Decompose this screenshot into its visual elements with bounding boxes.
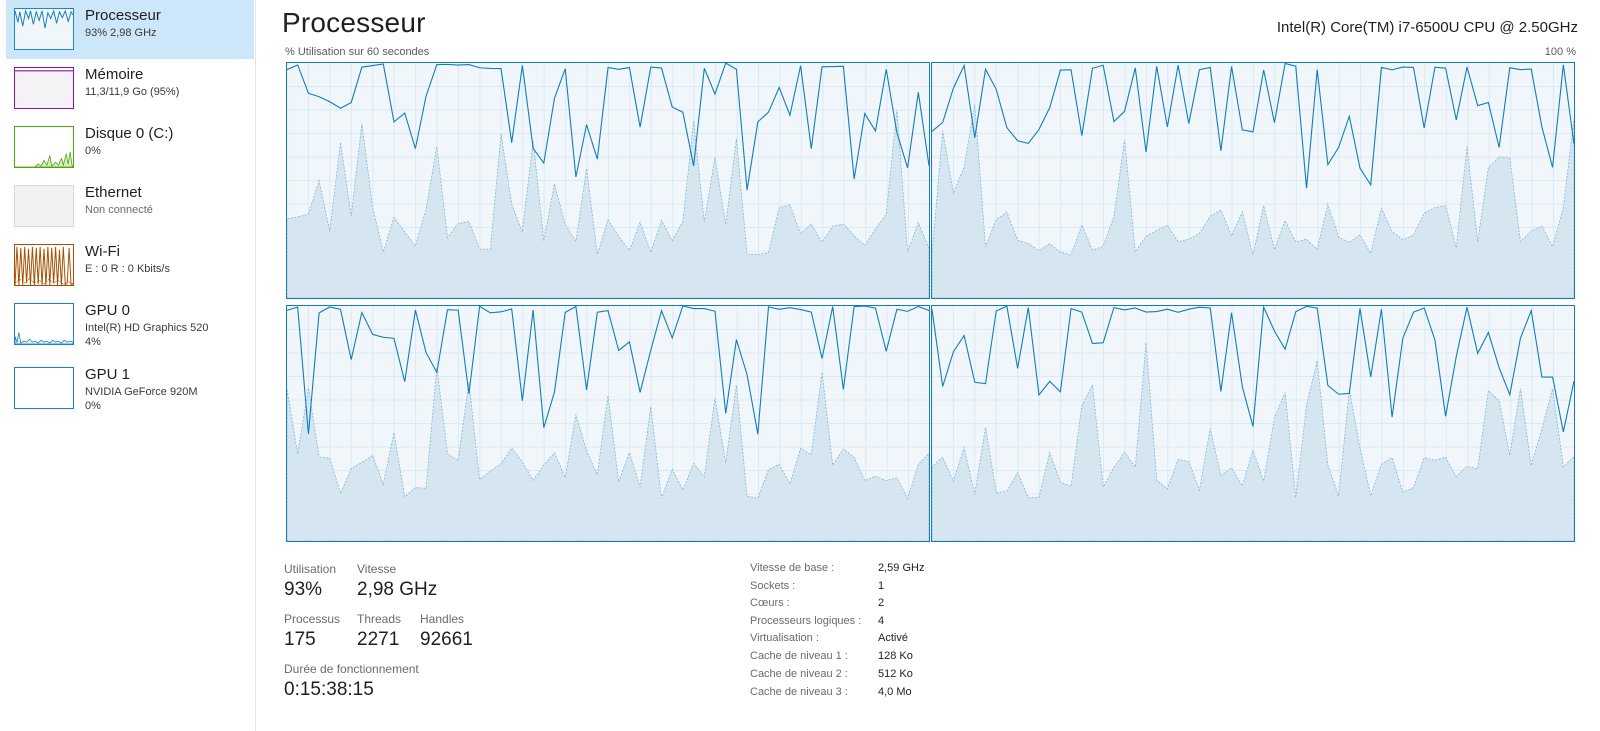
sidebar-item-detail: 11,3/11,9 Go (95%): [85, 86, 180, 98]
sidebar-item-ethernet[interactable]: Ethernet Non connecté: [6, 177, 254, 236]
uptime-value: 0:15:38:15: [284, 679, 374, 700]
sidebar-item-detail: Non connecté: [85, 204, 153, 216]
sidebar-item-name: GPU 1: [85, 366, 131, 383]
processeur-thumbnail-svg: [15, 9, 73, 49]
sidebar-item-wifi[interactable]: Wi-Fi E : 0 R : 0 Kbits/s: [6, 236, 254, 295]
detail-label: Cache de niveau 2 :: [750, 668, 848, 680]
gpu0-thumbnail-graph: [14, 303, 74, 345]
sidebar-item-gpu0[interactable]: GPU 0 Intel(R) HD Graphics 520 4%: [6, 295, 254, 354]
cpu-graph-svg: [287, 306, 929, 541]
page-title: Processeur: [282, 7, 426, 38]
detail-label: Vitesse de base :: [750, 562, 835, 574]
sidebar-item-detail: 93% 2,98 GHz: [85, 27, 157, 39]
detail-label: Sockets :: [750, 580, 796, 592]
handles-value: 92661: [420, 629, 473, 650]
gpu1-thumbnail-graph: [14, 367, 74, 409]
processus-label: Processus: [284, 612, 341, 626]
cpu-graph-logical-1[interactable]: [931, 62, 1575, 299]
threads-value: 2271: [357, 629, 400, 650]
sidebar-item-name: Disque 0 (C:): [85, 125, 174, 142]
detail-label: Processeurs logiques :: [750, 615, 862, 627]
sidebar-item-name: Ethernet: [85, 184, 142, 201]
detail-value: 4,0 Mo: [878, 686, 912, 698]
sidebar-item-detail: Intel(R) HD Graphics 520: [85, 322, 209, 334]
sidebar: Processeur 93% 2,98 GHz Mémoire 11,3/11,…: [0, 0, 256, 731]
disque-thumbnail-graph: [14, 126, 74, 168]
cpu-graph-logical-3[interactable]: [931, 305, 1575, 542]
detail-value: 2,59 GHz: [878, 562, 925, 574]
ethernet-thumbnail-graph: [14, 185, 74, 227]
sidebar-item-gpu1[interactable]: GPU 1 NVIDIA GeForce 920M 0%: [6, 359, 254, 418]
sidebar-item-usage: 4%: [85, 336, 101, 348]
sidebar-item-detail: 0%: [85, 145, 101, 157]
sidebar-item-name: Mémoire: [85, 66, 144, 83]
cpu-model-name: Intel(R) Core(TM) i7-6500U CPU @ 2.50GHz: [1276, 19, 1578, 36]
sidebar-item-name: Processeur: [85, 7, 161, 24]
sidebar-item-disque[interactable]: Disque 0 (C:) 0%: [6, 118, 254, 177]
cpu-graph-svg: [287, 63, 929, 298]
cpu-graph-svg: [932, 63, 1574, 298]
detail-value: 512 Ko: [878, 668, 913, 680]
detail-value: 2: [878, 597, 885, 609]
graph-caption: % Utilisation sur 60 secondes: [285, 46, 430, 58]
detail-value: Activé: [878, 632, 908, 644]
detail-label: Cache de niveau 1 :: [750, 650, 848, 662]
detail-label: Cœurs :: [750, 597, 790, 609]
sidebar-item-detail: NVIDIA GeForce 920M: [85, 386, 198, 398]
detail-value: 1: [878, 580, 885, 592]
detail-label: Cache de niveau 3 :: [750, 686, 848, 698]
processeur-thumbnail-graph: [14, 8, 74, 50]
sidebar-item-memoire[interactable]: Mémoire 11,3/11,9 Go (95%): [6, 59, 254, 118]
graph-max-label: 100 %: [1544, 46, 1576, 58]
uptime-label: Durée de fonctionnement: [284, 662, 419, 676]
processus-value: 175: [284, 629, 316, 650]
cpu-graphs-area[interactable]: [286, 62, 1576, 542]
detail-label: Virtualisation :: [750, 632, 819, 644]
vitesse-value: 2,98 GHz: [357, 579, 438, 600]
sidebar-item-name: GPU 0: [85, 302, 131, 319]
vitesse-label: Vitesse: [357, 562, 397, 576]
threads-label: Threads: [357, 612, 402, 626]
handles-label: Handles: [420, 612, 465, 626]
sidebar-item-processeur[interactable]: Processeur 93% 2,98 GHz: [6, 0, 254, 59]
cpu-graph-logical-0[interactable]: [286, 62, 930, 299]
sidebar-item-detail: E : 0 R : 0 Kbits/s: [85, 263, 170, 275]
cpu-graph-logical-2[interactable]: [286, 305, 930, 542]
utilisation-label: Utilisation: [284, 562, 337, 576]
main-panel: Processeur Intel(R) Core(TM) i7-6500U CP…: [262, 0, 1600, 731]
sidebar-item-usage: 0%: [85, 400, 101, 412]
cpu-graph-svg: [932, 306, 1574, 541]
memoire-thumbnail-graph: [14, 67, 74, 109]
sidebar-item-name: Wi-Fi: [85, 243, 120, 260]
detail-value: 128 Ko: [878, 650, 913, 662]
detail-value: 4: [878, 615, 885, 627]
utilisation-value: 93%: [284, 579, 323, 600]
wifi-thumbnail-graph: [14, 244, 74, 286]
